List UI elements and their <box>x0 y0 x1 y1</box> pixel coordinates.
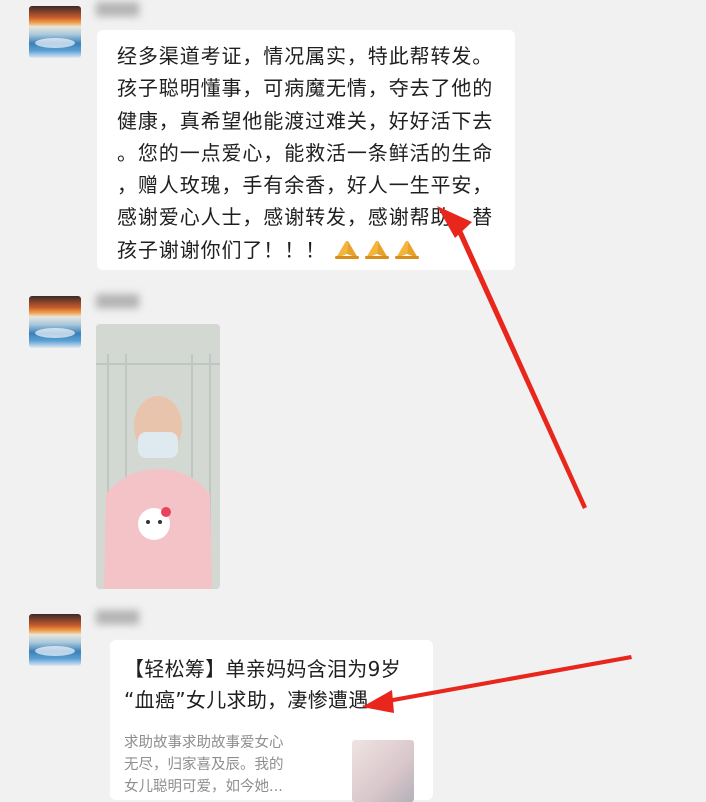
link-card-description: 求助故事求助故事爱女心 无尽，归家喜及辰。我的 女儿聪明可爱，如今她... <box>124 732 334 798</box>
message-line: 。您的一点爱心，能救活一条鲜活的生命 <box>117 140 494 165</box>
link-card-title: 【轻松筹】单亲妈妈含泪为9岁 “血癌”女儿求助，凄惨遭遇... <box>124 654 424 716</box>
link-card-thumbnail <box>352 740 414 802</box>
sender-avatar[interactable] <box>29 6 81 58</box>
link-card[interactable]: 【轻松筹】单亲妈妈含泪为9岁 “血癌”女儿求助，凄惨遭遇... 求助故事求助故事… <box>110 640 433 802</box>
text-message-bubble[interactable]: 经多渠道考证，情况属实，特此帮转发。 孩子聪明懂事，可病魔无情，夺去了他的 健康… <box>97 30 515 270</box>
pray-hands-icon <box>334 237 360 259</box>
sender-avatar[interactable] <box>29 296 81 348</box>
message-line: 孩子谢谢你们了！！！ <box>117 237 326 262</box>
link-card-title-line: 【轻松筹】单亲妈妈含泪为9岁 <box>124 657 401 681</box>
message-text: 经多渠道考证，情况属实，特此帮转发。 孩子聪明懂事，可病魔无情，夺去了他的 健康… <box>117 40 512 269</box>
emoji-row <box>334 237 424 269</box>
message-line: 孩子聪明懂事，可病魔无情，夺去了他的 <box>117 76 494 101</box>
message-line: 健康，真希望他能渡过难关，好好活下去 <box>117 108 494 133</box>
sender-name-blurred: ▇▇▇▇ <box>96 609 140 625</box>
message-line-last: 孩子谢谢你们了！！！ <box>117 234 512 269</box>
pray-hands-icon <box>364 237 390 259</box>
link-card-desc-line: 女儿聪明可爱，如今她... <box>124 779 283 795</box>
link-card-desc-line: 无尽，归家喜及辰。我的 <box>124 757 284 773</box>
sender-name-blurred: ▇▇▇▇ <box>96 293 140 309</box>
message-line: 感谢爱心人士，感谢转发，感谢帮助，替 <box>117 205 494 230</box>
message-line: ，赠人玫瑰，手有余香，好人一生平安， <box>117 173 494 198</box>
link-card-title-line: “血癌”女儿求助，凄惨遭遇... <box>124 688 389 712</box>
message-line: 经多渠道考证，情况属实，特此帮转发。 <box>117 44 494 68</box>
sender-avatar[interactable] <box>29 614 81 666</box>
pray-hands-icon <box>394 237 420 259</box>
link-card-desc-line: 求助故事求助故事爱女心 <box>124 735 284 751</box>
photo-message-child[interactable] <box>96 324 220 589</box>
sender-name-blurred: ▇▇▇▇ <box>96 1 140 17</box>
